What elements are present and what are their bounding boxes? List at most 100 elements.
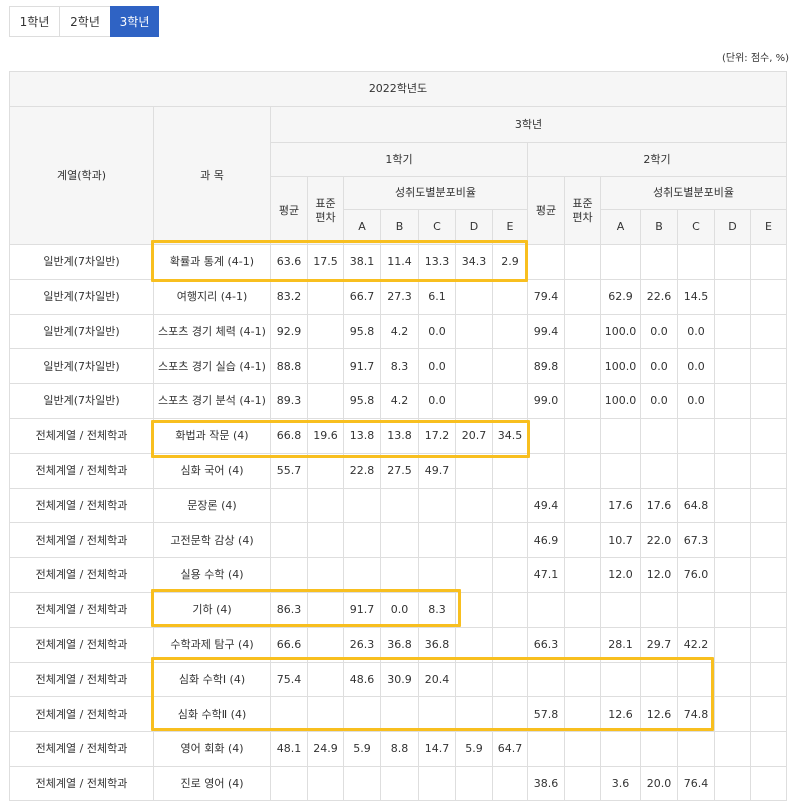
cell-value: 24.9 [307,731,344,767]
cell-value: 14.7 [418,731,456,767]
cell-value: 48.6 [343,661,381,698]
grade-tabs: 1학년 2학년 3학년 [9,6,159,37]
cell-value [492,696,528,733]
cell-value: 4.2 [380,383,419,419]
header-grade-a: A [343,209,381,245]
cell-value [343,765,381,801]
table-row: 일반계(7차일반) 스포츠 경기 체력 (4-1) 92.9 95.8 4.2 0.0 99… [9,313,787,350]
cell-value [714,313,751,350]
cell-value [492,765,528,801]
cell-value [307,696,344,733]
cell-value [714,765,751,801]
cell-value: 91.7 [343,591,381,628]
header-grade-c: C [677,209,715,245]
table-row: 전체계열 / 전체학과 영어 회화 (4) 48.1 24.9 5.9 8.8 14.7 5.… [9,731,787,767]
cell-value [455,557,493,593]
header-grade-e: E [492,209,528,245]
cell-value [307,765,344,801]
cell-value: 62.9 [600,278,641,315]
table-body: 일반계(7차일반) 확률과 통계 (4-1) 63.6 17.5 38.1 11.4 13.… [9,244,787,801]
cell-value [750,348,787,385]
cell-value: 100.0 [600,313,641,350]
cell-value: 0.0 [677,313,715,350]
cell-value [750,696,787,733]
cell-value: 12.6 [640,696,678,733]
cell-value: 27.5 [380,452,419,489]
cell-value [492,452,528,489]
cell-value [714,417,751,454]
cell-value [455,591,493,628]
cell-value [343,696,381,733]
cell-value: 48.1 [270,731,308,767]
cell-value: 12.6 [600,696,641,733]
header-subject: 과 목 [153,106,271,245]
cell-value [492,487,528,524]
cell-value [714,731,751,767]
cell-value [270,765,308,801]
cell-value: 17.5 [307,244,344,280]
cell-value [714,522,751,559]
table-row: 일반계(7차일반) 확률과 통계 (4-1) 63.6 17.5 38.1 11.4 13.… [9,244,787,280]
cell-value: 38.1 [343,244,381,280]
cell-value [343,557,381,593]
cell-value [640,591,678,628]
cell-value: 34.5 [492,417,528,454]
cell-value [270,522,308,559]
cell-subject: 심화 수학Ⅰ (4) [153,661,271,698]
cell-value [564,313,601,350]
cell-value: 88.8 [270,348,308,385]
tab-grade-2[interactable]: 2학년 [59,6,111,37]
cell-value: 95.8 [343,313,381,350]
cell-value [527,661,565,698]
table-row: 전체계열 / 전체학과 진로 영어 (4) 38.6 3.6 20.0 76.4 [9,765,787,801]
cell-value [455,522,493,559]
cell-value: 0.0 [418,348,456,385]
cell-value [750,244,787,280]
cell-value: 27.3 [380,278,419,315]
cell-value: 19.6 [307,417,344,454]
cell-value [714,696,751,733]
cell-value [600,731,641,767]
cell-value [714,661,751,698]
table-row: 전체계열 / 전체학과 기하 (4) 86.3 91.7 0.0 8.3 [9,591,787,628]
tab-grade-1[interactable]: 1학년 [9,6,60,37]
cell-value [564,731,601,767]
cell-subject: 화법과 작문 (4) [153,417,271,454]
cell-value: 91.7 [343,348,381,385]
cell-value [714,348,751,385]
cell-value [455,452,493,489]
cell-value [492,522,528,559]
cell-value [677,661,715,698]
cell-value [380,557,419,593]
cell-value: 14.5 [677,278,715,315]
cell-value: 26.3 [343,626,381,663]
cell-value: 75.4 [270,661,308,698]
cell-value: 13.8 [343,417,381,454]
cell-value [750,452,787,489]
header-grade-b: B [640,209,678,245]
cell-value: 76.4 [677,765,715,801]
cell-value: 3.6 [600,765,641,801]
cell-subject: 수학과제 탐구 (4) [153,626,271,663]
cell-value [492,278,528,315]
cell-dept: 전체계열 / 전체학과 [9,487,154,524]
cell-value: 36.8 [380,626,419,663]
header-dist-2: 성취도별분포비율 [600,176,787,210]
unit-note: (단위: 점수, %) [721,53,789,64]
cell-subject: 스포츠 경기 분석 (4-1) [153,383,271,419]
cell-dept: 전체계열 / 전체학과 [9,522,154,559]
cell-value [564,348,601,385]
cell-value [714,244,751,280]
cell-value [307,591,344,628]
cell-value: 5.9 [343,731,381,767]
cell-value [343,522,381,559]
cell-value [750,557,787,593]
cell-value [677,591,715,628]
table-row: 전체계열 / 전체학과 수학과제 탐구 (4) 66.6 26.3 36.8 36.8 66… [9,626,787,663]
cell-value [564,278,601,315]
tab-grade-3[interactable]: 3학년 [110,6,159,37]
table-row: 전체계열 / 전체학과 화법과 작문 (4) 66.8 19.6 13.8 13.8 17.… [9,417,787,454]
cell-value: 12.0 [640,557,678,593]
header-dist-1: 성취도별분포비율 [343,176,528,210]
cell-value [750,731,787,767]
